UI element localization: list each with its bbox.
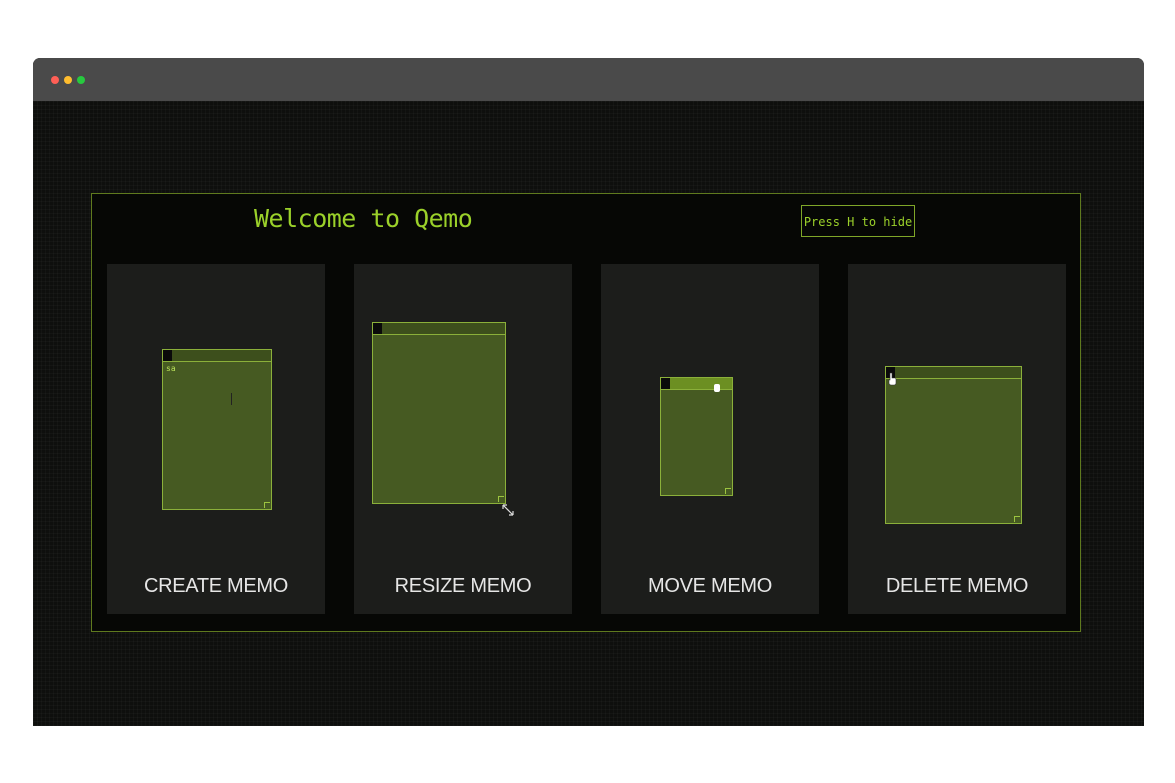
card-label: RESIZE MEMO (394, 575, 532, 597)
card-label: MOVE MEMO (648, 575, 772, 597)
pointer-hand-cursor-icon (888, 372, 897, 386)
resize-handle-icon (1014, 516, 1020, 522)
memo-title-bar (886, 367, 1021, 379)
resize-handle-icon (498, 496, 504, 502)
close-window-button[interactable] (51, 76, 59, 84)
app-screen: Welcome to Qemo Press H to hide sa CREAT… (33, 101, 1144, 726)
resize-handle-icon (264, 502, 270, 508)
memo-close-icon (373, 323, 382, 334)
browser-window: Welcome to Qemo Press H to hide sa CREAT… (33, 58, 1144, 726)
hide-hint-button[interactable]: Press H to hide (801, 205, 915, 237)
card-move-memo[interactable]: MOVE MEMO (601, 264, 819, 614)
memo-title-bar (661, 378, 732, 390)
welcome-panel: Welcome to Qemo Press H to hide sa CREAT… (91, 193, 1081, 632)
demo-memo (660, 377, 733, 496)
welcome-title: Welcome to Qemo (254, 204, 473, 233)
memo-typed-text: sa (166, 364, 176, 373)
memo-close-icon (163, 350, 172, 361)
card-create-memo[interactable]: sa CREATE MEMO (107, 264, 325, 614)
demo-memo (885, 366, 1022, 524)
card-delete-memo[interactable]: DELETE MEMO (848, 264, 1066, 614)
demo-memo: sa (162, 349, 272, 510)
memo-title-bar (373, 323, 505, 335)
memo-title-bar (163, 350, 271, 362)
card-resize-memo[interactable]: RESIZE MEMO (354, 264, 572, 614)
resize-cursor-icon (502, 504, 514, 516)
card-label: DELETE MEMO (885, 575, 1029, 597)
demo-memo (372, 322, 506, 504)
memo-close-icon (661, 378, 670, 389)
text-cursor-icon (231, 393, 232, 405)
minimize-window-button[interactable] (64, 76, 72, 84)
window-titlebar (33, 58, 1144, 101)
card-label: CREATE MEMO (143, 575, 289, 597)
grab-cursor-icon (714, 384, 720, 392)
maximize-window-button[interactable] (77, 76, 85, 84)
resize-handle-icon (725, 488, 731, 494)
